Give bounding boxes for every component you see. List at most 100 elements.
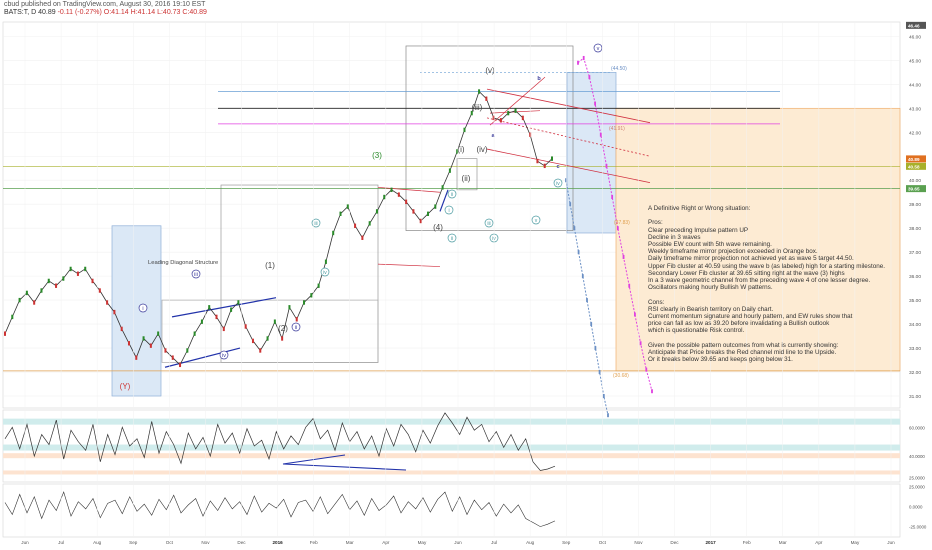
price-candle	[149, 343, 152, 348]
note-line: Clear preceding Impulse pattern UP	[648, 226, 749, 234]
price-candle	[514, 108, 517, 113]
projection-bar	[634, 312, 636, 317]
price-candle	[193, 331, 196, 336]
note-line: RSI clearly in Bearish territory on Dail…	[648, 305, 774, 313]
price-candle	[4, 331, 6, 336]
price-candle	[40, 288, 43, 293]
y-tick-label: 31.00	[909, 394, 921, 400]
oscillator-line	[4, 491, 556, 527]
price-candle	[171, 355, 174, 360]
rsi-trendline	[282, 463, 407, 471]
projection-bar	[577, 250, 580, 255]
price-candle	[98, 288, 101, 293]
price-candle	[310, 293, 313, 298]
y-tick-label: 42.00	[909, 130, 921, 136]
price-candle	[324, 259, 327, 264]
x-tick-label: Dec	[237, 540, 246, 545]
price-candle	[106, 300, 109, 305]
rsi-band-bottom	[3, 470, 900, 475]
note-line: Given the possible pattern outcomes from…	[648, 341, 839, 349]
price-candle	[492, 115, 495, 121]
projection-bar	[599, 132, 602, 137]
price-candle	[507, 110, 510, 116]
wave-label: (Y)	[120, 382, 131, 391]
price-candle	[288, 305, 291, 310]
projection-bar	[645, 367, 648, 372]
price-candle	[25, 290, 28, 296]
note-line	[648, 291, 885, 298]
chart-annotation: (44.50)	[611, 66, 627, 72]
rsi-band-mid	[3, 444, 900, 451]
x-tick-label: Apr	[382, 540, 390, 545]
analysis-notes: A Definitive Right or Wrong situation: Pr…	[648, 205, 885, 363]
projection-bar	[582, 55, 585, 60]
x-tick-label: 2016	[272, 540, 283, 545]
note-line: Weekly timeframe mirror projection excee…	[648, 248, 818, 256]
note-line	[648, 212, 885, 219]
projection-bar	[598, 370, 601, 375]
price-candle	[397, 192, 400, 197]
wave-label: (iv)	[476, 145, 487, 154]
price-candle	[11, 314, 14, 320]
price-candle	[339, 211, 342, 217]
wave-label: iii	[194, 272, 198, 278]
price-candle	[18, 297, 21, 303]
note-line: In a 3 wave geometric channel from the p…	[648, 277, 871, 285]
note-line: Decline in 3 waves	[648, 233, 701, 241]
chart-annotation: (37.83)	[614, 220, 630, 226]
osc-tick-label: 25.0000	[909, 484, 925, 489]
price-candle	[69, 266, 72, 272]
price-badge-label: 39.65	[908, 187, 920, 192]
price-candle	[127, 341, 130, 346]
x-tick-label: Dec	[670, 540, 679, 545]
wave-label-minor: ii	[451, 236, 453, 242]
wave-label-minor: iv	[323, 270, 327, 276]
y-tick-label: 45.00	[909, 58, 921, 64]
note-line: A Definitive Right or Wrong situation:	[648, 205, 751, 212]
price-candle	[303, 300, 306, 305]
projection-bar	[581, 274, 584, 279]
projection-bar	[590, 322, 593, 327]
wave-label-minor: ii	[451, 192, 453, 198]
wave-label-minor: iv	[556, 181, 560, 187]
price-candle	[47, 278, 50, 284]
x-tick-label: Feb	[310, 540, 318, 545]
osc-tick-label: 0.0000	[909, 504, 923, 509]
projection-bar	[607, 413, 609, 418]
y-tick-label: 40.00	[909, 178, 921, 184]
x-tick-label: Oct	[166, 540, 174, 545]
price-candle	[543, 163, 546, 169]
price-candle	[375, 209, 378, 214]
price-candle	[405, 199, 408, 205]
projection-bar	[594, 346, 597, 351]
diagonal-trendline	[164, 347, 241, 368]
price-candle	[485, 96, 488, 101]
red-channel-line	[377, 263, 441, 267]
wave-label: i	[142, 306, 143, 312]
projection-bar	[622, 254, 625, 259]
price-candle	[142, 336, 145, 341]
projection-bar	[605, 163, 608, 168]
price-candle	[200, 319, 203, 324]
projection-bar	[586, 298, 588, 303]
wave-label: (v)	[485, 66, 495, 75]
note-line: Daily timeframe mirror projection not ac…	[648, 255, 854, 263]
price-candle	[186, 348, 189, 353]
gray-box-mid	[220, 184, 379, 363]
note-line: Current momentum signature and hourly pa…	[648, 313, 853, 321]
price-candle	[251, 338, 254, 344]
wave-label: ii	[295, 325, 297, 331]
x-tick-label: Oct	[599, 540, 607, 545]
wave-label: (2)	[278, 324, 288, 333]
price-candle	[317, 283, 320, 288]
note-line: Anticipate that Price breaks the Red cha…	[648, 349, 837, 357]
x-tick-label: Mar	[779, 540, 787, 545]
price-candle	[383, 194, 386, 200]
price-candle	[354, 223, 357, 228]
price-candle	[441, 185, 444, 190]
price-badge-label: 40.89	[908, 157, 920, 162]
price-candle	[361, 235, 364, 240]
x-tick-label: Jul	[58, 540, 64, 545]
projection-bar	[588, 75, 591, 80]
x-tick-label: Sep	[562, 540, 571, 545]
